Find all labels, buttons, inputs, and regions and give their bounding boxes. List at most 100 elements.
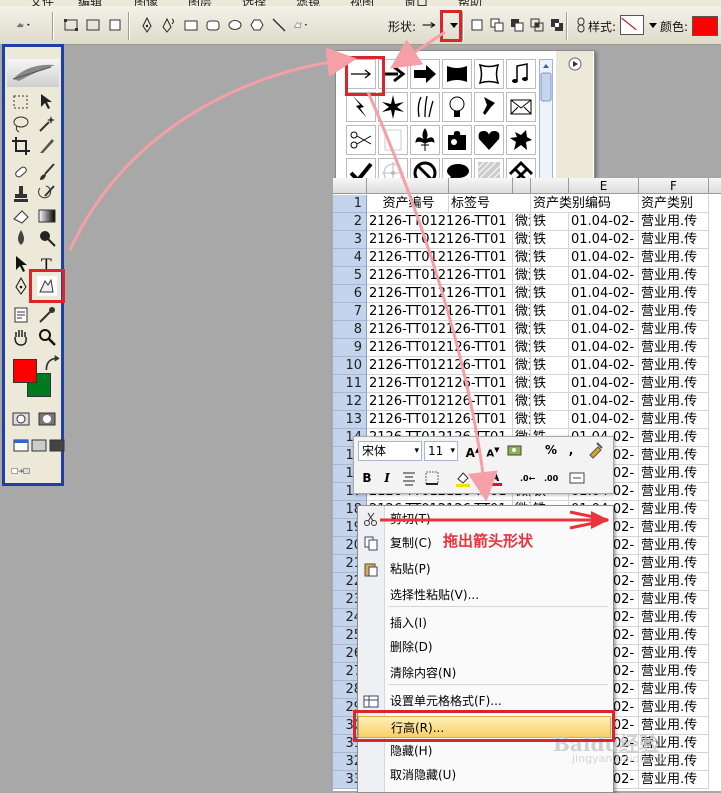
shape-pushpin-icon[interactable] <box>474 92 504 122</box>
eyedropper-icon[interactable] <box>37 305 57 325</box>
decrease-decimal-icon[interactable]: .00 <box>544 469 562 487</box>
shape-picker-menu-icon[interactable] <box>568 57 582 71</box>
clone-stamp-icon[interactable] <box>11 184 31 204</box>
eraser-icon[interactable] <box>11 206 31 226</box>
table-cell[interactable]: 营业用.传 <box>639 357 709 375</box>
fill-pixels-icon[interactable] <box>106 16 124 34</box>
table-cell[interactable]: 营业用.传 <box>639 213 709 231</box>
shrink-font-icon[interactable]: A▼ <box>484 441 502 459</box>
table-cell[interactable]: 营业用.传 <box>639 483 709 501</box>
table-cell[interactable]: 2126-TT012126-TT01 <box>367 285 513 303</box>
row-number[interactable]: 10 <box>333 357 367 375</box>
screen-mode-standard-icon[interactable] <box>11 435 29 455</box>
shape-splat-icon[interactable] <box>506 125 536 155</box>
row-number[interactable]: 2 <box>333 213 367 231</box>
crop-icon[interactable] <box>11 136 31 156</box>
col-header-e[interactable]: E <box>569 178 639 194</box>
table-cell[interactable]: 铁 <box>531 321 569 339</box>
table-cell[interactable]: 2126-TT012126-TT01 <box>367 375 513 393</box>
table-cell[interactable]: 01.04-02- <box>569 339 639 357</box>
dodge-icon[interactable] <box>37 228 57 248</box>
percent-button[interactable]: % <box>542 441 560 459</box>
table-cell[interactable]: 铁 <box>531 249 569 267</box>
path-selection-icon[interactable] <box>11 254 31 274</box>
table-cell[interactable]: 营业用.传 <box>639 591 709 609</box>
magic-wand-icon[interactable] <box>37 114 57 134</box>
row-number[interactable]: 5 <box>333 267 367 285</box>
blur-icon[interactable] <box>11 228 31 248</box>
zoom-icon[interactable] <box>37 327 57 347</box>
select-all-corner[interactable] <box>333 178 367 194</box>
subtract-shape-icon[interactable] <box>508 16 526 34</box>
table-cell[interactable]: 2126-TT012126-TT01 <box>367 231 513 249</box>
shape-lightbulb-icon[interactable] <box>442 92 472 122</box>
table-cell[interactable]: 01.04-02- <box>569 285 639 303</box>
header-cell-category[interactable]: 资产类别 <box>639 195 709 213</box>
marquee-icon[interactable] <box>11 92 31 112</box>
table-cell[interactable]: 铁 <box>531 285 569 303</box>
table-cell[interactable]: 2126-TT012126-TT01 <box>367 393 513 411</box>
new-shape-layer-icon[interactable] <box>468 16 486 34</box>
table-cell[interactable]: 2126-TT012126-TT01 <box>367 357 513 375</box>
pen-tool-icon[interactable] <box>11 276 31 296</box>
table-cell[interactable]: 营业用.传 <box>639 465 709 483</box>
table-cell[interactable]: 01.04-02- <box>569 231 639 249</box>
row-number[interactable]: 6 <box>333 285 367 303</box>
exclude-shape-icon[interactable] <box>548 16 566 34</box>
shape-lightning-icon[interactable] <box>346 92 376 122</box>
table-cell[interactable]: 微波i <box>513 249 531 267</box>
table-cell[interactable]: 铁 <box>531 213 569 231</box>
table-cell[interactable]: 营业用.传 <box>639 573 709 591</box>
shape-scissors-icon[interactable] <box>346 125 376 155</box>
row-number[interactable]: 9 <box>333 339 367 357</box>
table-cell[interactable]: 微波i <box>513 303 531 321</box>
table-cell[interactable]: 营业用.传 <box>639 411 709 429</box>
healing-brush-icon[interactable] <box>11 162 31 182</box>
table-cell[interactable]: 营业用.传 <box>639 267 709 285</box>
table-cell[interactable]: 01.04-02- <box>569 375 639 393</box>
table-cell[interactable]: 2126-TT012126-TT01 <box>367 267 513 285</box>
table-cell[interactable]: 微波i <box>513 339 531 357</box>
ellipse-tool-icon[interactable] <box>226 16 244 34</box>
row-number[interactable]: 12 <box>333 393 367 411</box>
table-cell[interactable]: 营业用.传 <box>639 663 709 681</box>
table-cell[interactable]: 营业用.传 <box>639 231 709 249</box>
notes-icon[interactable] <box>11 305 31 325</box>
history-brush-icon[interactable] <box>37 184 57 204</box>
screen-mode-full-icon[interactable] <box>47 435 65 455</box>
shape-envelope-icon[interactable] <box>506 92 536 122</box>
table-cell[interactable]: 2126-TT012126-TT01 <box>367 411 513 429</box>
format-painter-icon[interactable] <box>586 441 604 459</box>
font-name-box[interactable]: 宋体 ▾ <box>358 441 422 461</box>
lasso-icon[interactable] <box>11 114 31 134</box>
row-number[interactable]: 1 <box>333 195 367 213</box>
add-to-shape-icon[interactable] <box>488 16 506 34</box>
table-cell[interactable]: 营业用.传 <box>639 321 709 339</box>
font-color-icon[interactable]: A <box>486 469 504 487</box>
custom-shape-tool-icon[interactable] <box>292 16 328 34</box>
fill-color-icon[interactable] <box>454 469 472 487</box>
row-number[interactable]: 11 <box>333 375 367 393</box>
shape-fleur-de-lis-icon[interactable] <box>410 125 440 155</box>
style-swatch-none[interactable] <box>620 15 644 35</box>
shape-layers-icon[interactable] <box>62 16 80 34</box>
shape-bold-arrow-icon[interactable] <box>410 59 440 89</box>
table-cell[interactable]: 营业用.传 <box>639 447 709 465</box>
context-menu-item[interactable]: 取消隐藏(U) <box>358 764 611 786</box>
row-number[interactable]: 13 <box>333 411 367 429</box>
table-cell[interactable]: 营业用.传 <box>639 609 709 627</box>
pen-icon[interactable] <box>138 16 156 34</box>
table-cell[interactable]: 营业用.传 <box>639 393 709 411</box>
move-icon[interactable] <box>37 92 57 112</box>
table-cell[interactable]: 营业用.传 <box>639 699 709 717</box>
col-header-b[interactable] <box>449 178 513 194</box>
font-size-box[interactable]: 11 ▾ <box>424 441 458 461</box>
context-menu-item[interactable]: 粘贴(P) <box>358 558 611 580</box>
row-number[interactable]: 7 <box>333 303 367 321</box>
shape-banner-icon[interactable] <box>442 59 472 89</box>
line-tool-icon[interactable] <box>270 16 288 34</box>
table-cell[interactable]: 微波i <box>513 267 531 285</box>
shape-starburst-icon[interactable] <box>378 92 408 122</box>
center-align-icon[interactable] <box>400 469 418 487</box>
table-cell[interactable]: 营业用.传 <box>639 501 709 519</box>
